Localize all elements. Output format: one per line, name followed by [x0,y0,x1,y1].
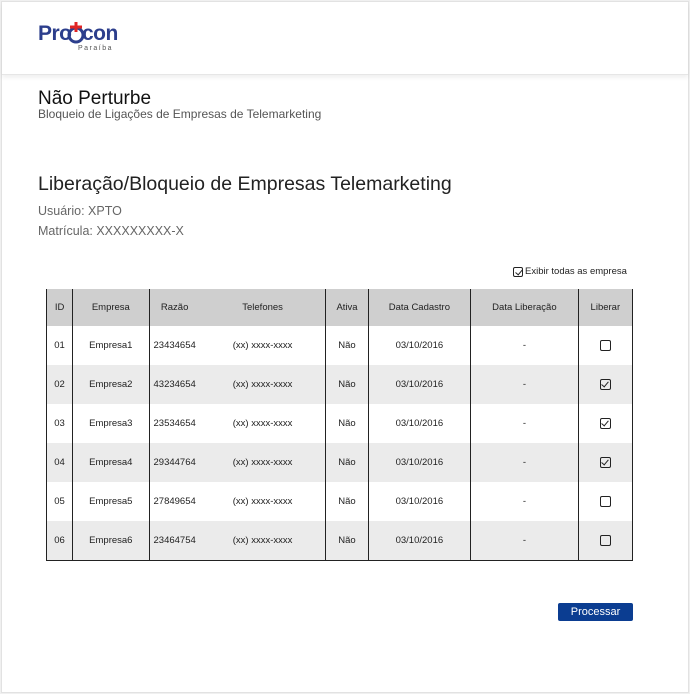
cell-data-cadastro: 03/10/2016 [367,482,472,521]
cell-telefones: (xx) xxxx-xxxx [199,404,327,443]
companies-table: ID Empresa Razão Telefones Ativa Data Ca… [45,289,634,561]
liberar-checkbox[interactable] [599,378,611,390]
cell-ativa: Não [325,404,369,443]
col-header-liberar: Liberar [577,289,634,326]
cell-ativa: Não [325,482,369,521]
cell-liberar [577,482,634,521]
cell-data-liberacao: - [470,404,579,443]
show-all-checkbox[interactable] [513,266,523,277]
cell-empresa: Empresa6 [72,521,150,561]
col-header-telefones: Telefones [199,289,327,326]
show-all-label: Exibir todas as empresa [525,266,627,277]
liberar-checkbox[interactable] [599,534,611,546]
cell-data-liberacao: - [470,443,579,482]
col-header-razao: Razão [148,289,200,326]
logo-brand-right: con [82,22,118,45]
cell-liberar [577,521,634,561]
table-row: 05 Empresa5 27849654 (xx) xxxx-xxxx Não 03/10… [45,482,634,521]
cell-empresa: Empresa4 [72,443,150,482]
cell-liberar [577,404,634,443]
cell-liberar [577,443,634,482]
cell-razao: 27849654 [148,482,200,521]
cell-data-cadastro: 03/10/2016 [367,443,472,482]
table-row: 04 Empresa4 29344764 (xx) xxxx-xxxx Não 03/10… [45,443,634,482]
procon-logo[interactable]: Pro con Paraíba [38,22,128,58]
col-header-data-cadastro: Data Cadastro [367,289,472,326]
cell-data-liberacao: - [470,521,579,561]
liberar-checkbox[interactable] [599,495,611,507]
top-header: Pro con Paraíba [2,2,688,75]
cell-telefones: (xx) xxxx-xxxx [199,443,327,482]
cell-telefones: (xx) xxxx-xxxx [199,365,327,404]
cell-id: 06 [45,521,74,561]
col-header-id: ID [45,289,74,326]
logo-subtitle: Paraíba [78,45,114,52]
cell-liberar [577,365,634,404]
cell-id: 02 [45,365,74,404]
user-label: Usuário: XPTO [38,204,122,218]
table-row: 01 Empresa1 23434654 (xx) xxxx-xxxx Não 03/10… [45,326,634,365]
col-header-data-liberacao: Data Liberação [470,289,579,326]
cell-data-cadastro: 03/10/2016 [367,365,472,404]
table-header-row: ID Empresa Razão Telefones Ativa Data Ca… [45,289,634,326]
cell-telefones: (xx) xxxx-xxxx [199,326,327,365]
cell-data-cadastro: 03/10/2016 [367,326,472,365]
cell-id: 03 [45,404,74,443]
cell-razao: 43234654 [148,365,200,404]
cell-ativa: Não [325,443,369,482]
table-row: 02 Empresa2 43234654 (xx) xxxx-xxxx Não 03/10… [45,365,634,404]
cell-empresa: Empresa3 [72,404,150,443]
app-subtitle: Bloqueio de Ligações de Empresas de Tele… [38,107,322,121]
cell-razao: 29344764 [148,443,200,482]
cell-razao: 23434654 [148,326,200,365]
col-header-empresa: Empresa [72,289,150,326]
table-row: 03 Empresa3 23534654 (xx) xxxx-xxxx Não 03/10… [45,404,634,443]
registration-label: Matrícula: XXXXXXXXX-X [38,224,184,238]
col-header-ativa: Ativa [325,289,369,326]
cell-ativa: Não [325,365,369,404]
table-row: 06 Empresa6 23464754 (xx) xxxx-xxxx Não 03/10… [45,521,634,561]
cell-id: 05 [45,482,74,521]
cell-id: 04 [45,443,74,482]
page-title: Liberação/Bloqueio de Empresas Telemarke… [38,173,452,195]
liberar-checkbox[interactable] [599,417,611,429]
process-button[interactable]: Processar [558,603,633,621]
cell-telefones: (xx) xxxx-xxxx [199,521,327,561]
liberar-checkbox[interactable] [599,339,611,351]
cell-data-cadastro: 03/10/2016 [367,521,472,561]
cell-data-liberacao: - [470,482,579,521]
cell-razao: 23534654 [148,404,200,443]
cell-id: 01 [45,326,74,365]
cell-telefones: (xx) xxxx-xxxx [199,482,327,521]
cell-empresa: Empresa5 [72,482,150,521]
cell-liberar [577,326,634,365]
cell-ativa: Não [325,521,369,561]
cell-data-liberacao: - [470,365,579,404]
cell-ativa: Não [325,326,369,365]
cell-empresa: Empresa2 [72,365,150,404]
cell-empresa: Empresa1 [72,326,150,365]
page-frame: Pro con Paraíba Não Perturbe Bloqueio de… [1,1,689,693]
liberar-checkbox[interactable] [599,456,611,468]
cell-data-cadastro: 03/10/2016 [367,404,472,443]
cell-data-liberacao: - [470,326,579,365]
cell-razao: 23464754 [148,521,200,561]
show-all-toggle[interactable]: Exibir todas as empresa [513,266,627,277]
